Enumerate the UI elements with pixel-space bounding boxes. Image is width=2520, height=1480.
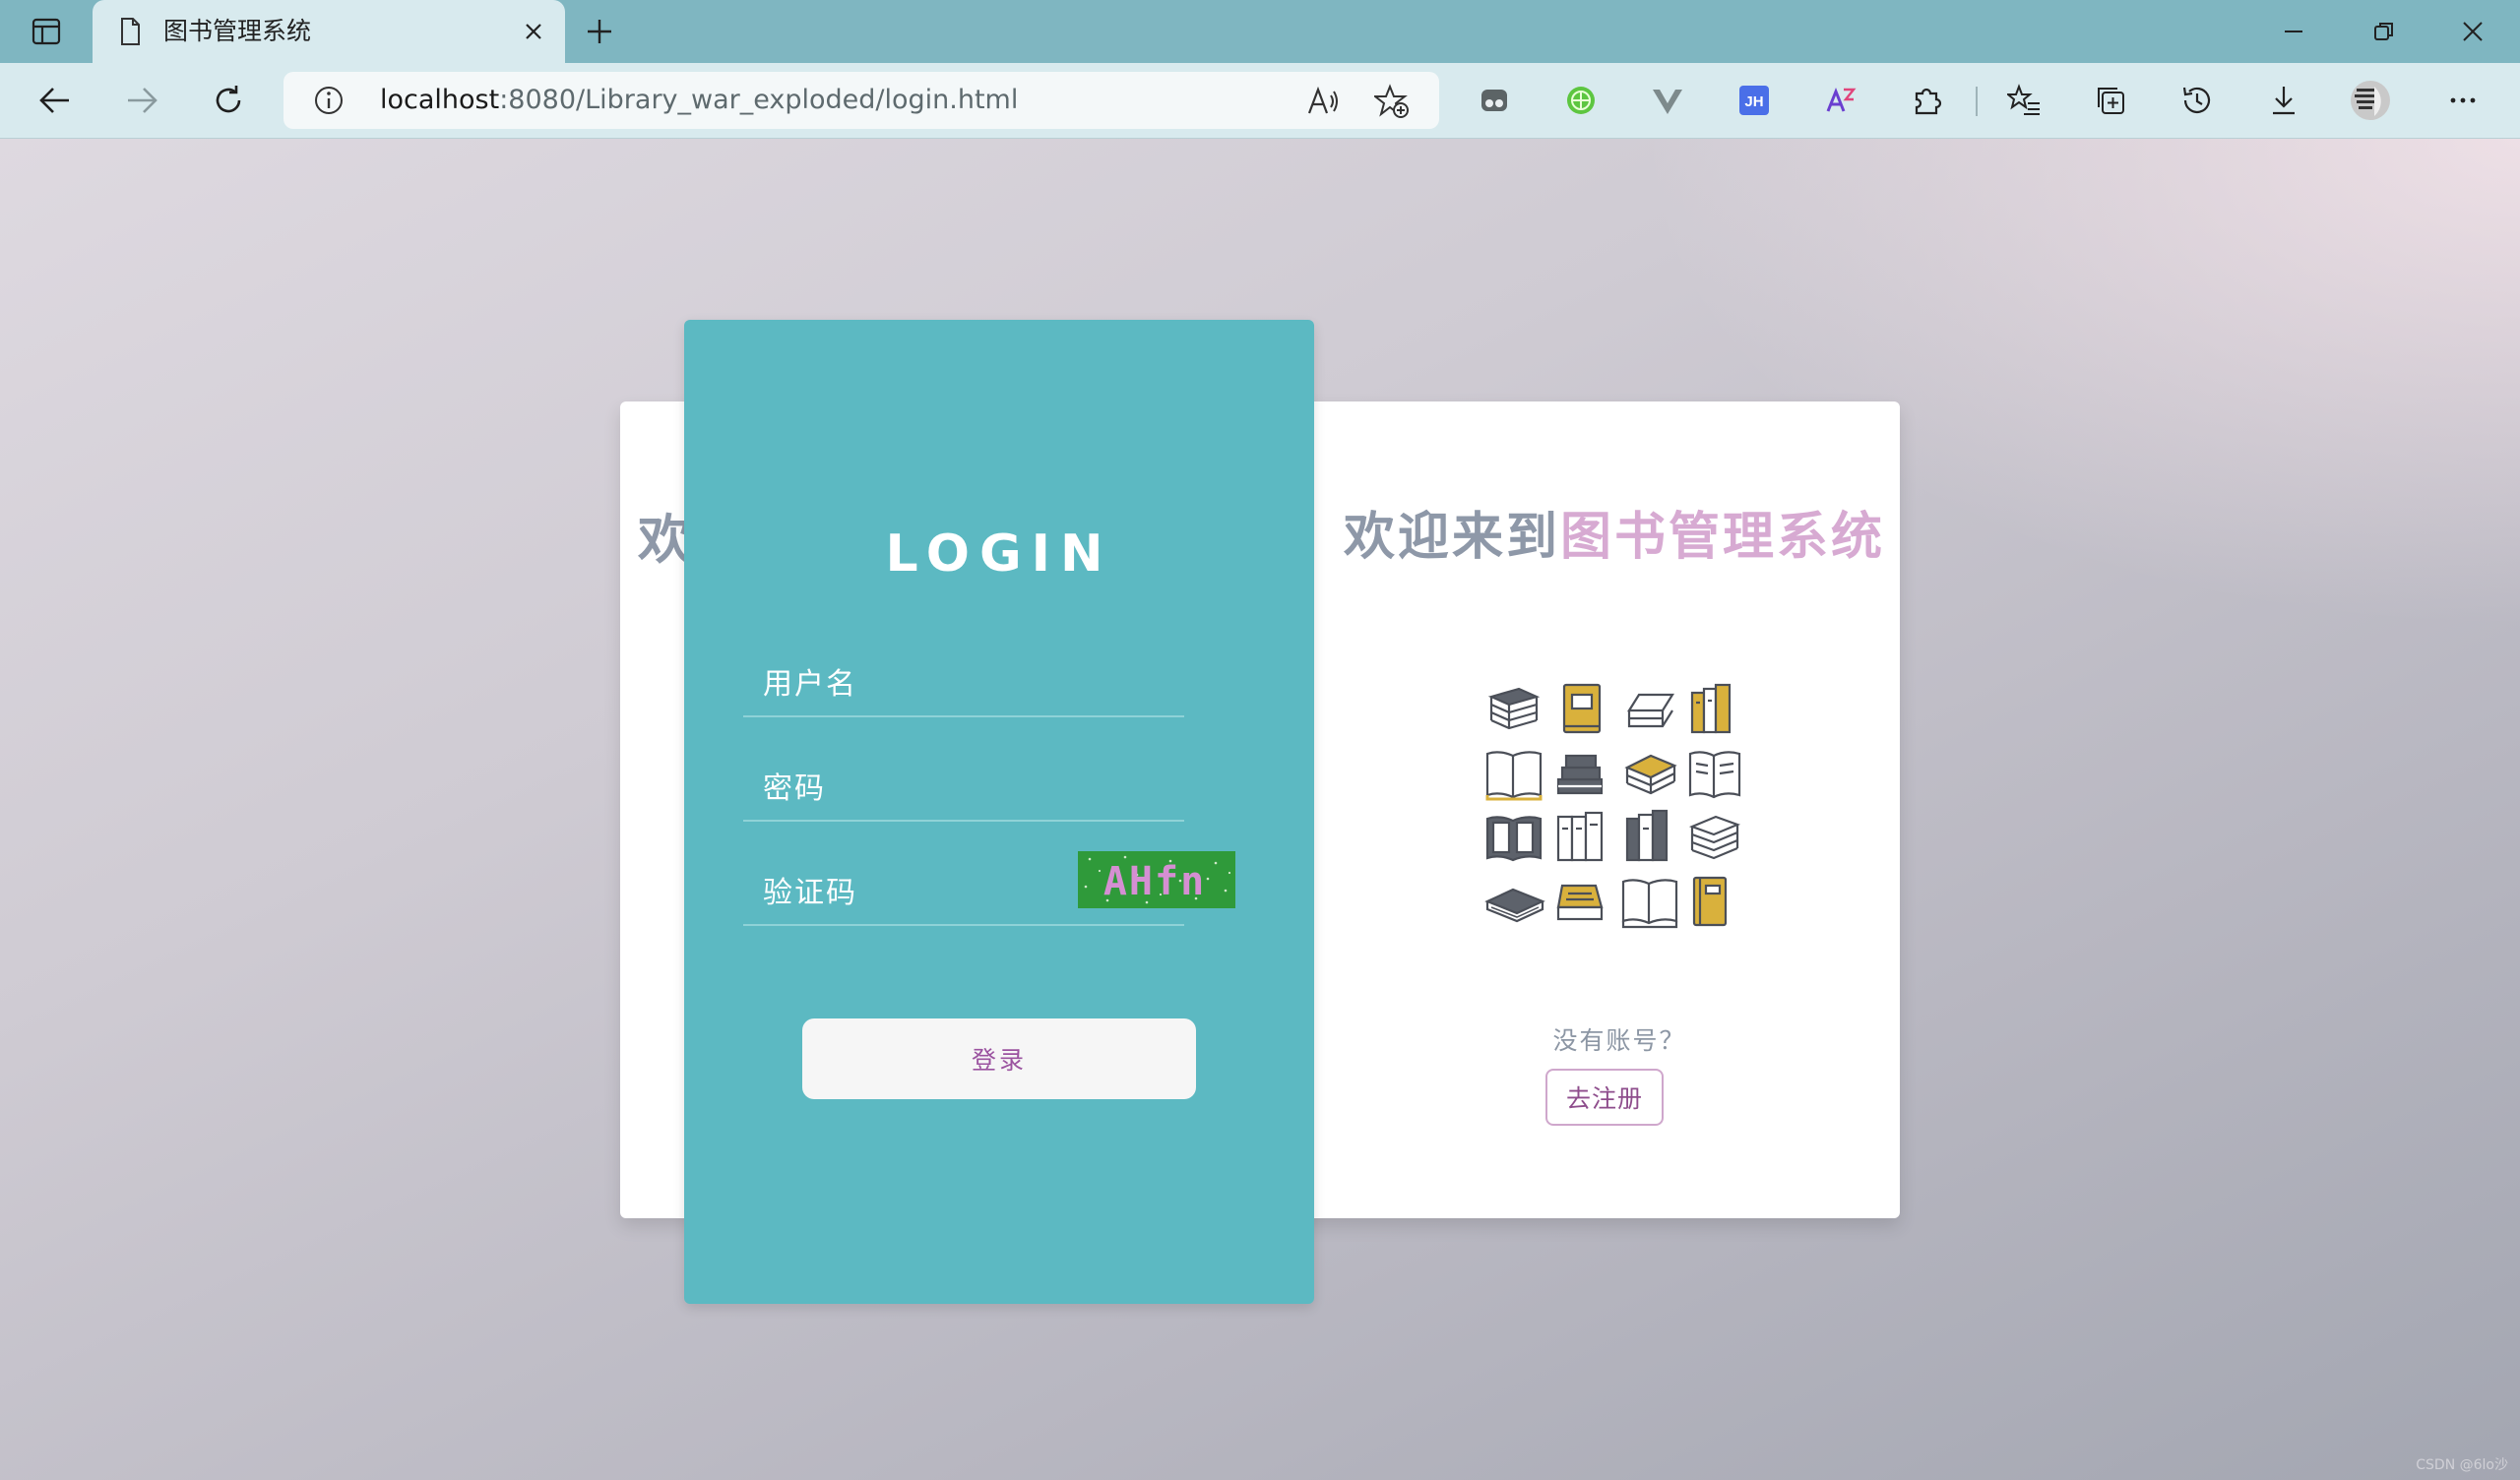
url-host: localhost [380,85,500,115]
arrow-left-icon [39,88,69,113]
read-aloud-icon [1307,86,1338,114]
read-aloud-button[interactable] [1305,84,1341,119]
welcome-title: 欢迎来到图书管理系统 [1329,495,1900,569]
translate-icon [1826,87,1857,112]
history-button[interactable] [2175,79,2219,122]
login-button[interactable]: 登录 [802,1018,1196,1099]
shelf-books-icon [1690,683,1732,734]
add-favorite-button[interactable] [1374,84,1410,119]
yellow-flat-stack-icon [1556,884,1604,921]
open-book-icon [1485,751,1543,801]
username-field-wrap [743,654,1184,717]
plus-icon [588,20,611,43]
extension-jh-button[interactable]: JH [1732,79,1776,122]
password-input[interactable] [743,759,1184,818]
history-icon [2182,87,2211,113]
vue-icon [1653,90,1682,114]
toolbar-separator [1976,87,1978,116]
downloads-button[interactable] [2262,79,2305,122]
url-path: :8080/Library_war_exploded/login.html [499,85,1019,115]
dark-stack-icon [1556,754,1604,795]
forward-button[interactable] [120,79,163,122]
restore-button[interactable] [2361,14,2408,49]
back-button[interactable] [33,79,77,122]
sidebar-layout-icon [32,18,61,45]
password-field-wrap [743,759,1184,822]
page-icon [121,18,140,45]
info-icon[interactable] [313,85,345,116]
address-bar[interactable]: localhost:8080/Library_war_exploded/logi… [284,72,1439,129]
dark-binders-icon [1625,809,1669,862]
extension-vue-button[interactable] [1646,79,1689,122]
extension-translate-button[interactable] [1819,79,1862,122]
collections-button[interactable] [2089,79,2132,122]
refresh-button[interactable] [207,79,250,122]
window-close-button[interactable] [2449,14,2496,49]
captcha-image[interactable]: AHfn [1078,851,1235,908]
puzzle-icon [1915,88,1942,115]
captcha-text: AHfn [1103,859,1206,904]
username-input[interactable] [743,654,1184,713]
refresh-icon [216,86,241,113]
favorites-button[interactable] [2002,79,2046,122]
standing-book-icon [1692,876,1728,927]
star-plus-icon [1374,84,1409,118]
jh-icon: JH [1739,86,1769,115]
extension-mask-button[interactable] [1473,79,1516,122]
collections-icon [2098,88,2124,114]
restore-icon [2374,23,2393,40]
closed-book-icon [1484,888,1545,923]
tab-close-button[interactable] [518,16,549,47]
new-tab-button[interactable] [581,14,618,49]
yellow-book-icon [1562,683,1602,734]
lime-icon [1567,87,1595,114]
favorites-icon [2007,84,2040,115]
tab-title: 图书管理系统 [163,17,312,45]
close-icon [2463,22,2483,41]
no-account-text: 没有账号？ [1552,1026,1686,1055]
login-panel: LOGIN AHfn 登录 [684,320,1314,1304]
jh-label: JH [1744,93,1763,110]
welcome-title-part2: 图书管理系统 [1560,508,1886,567]
register-button[interactable]: 去注册 [1545,1069,1664,1126]
tab-actions-button[interactable] [22,12,71,51]
more-button[interactable] [2441,79,2485,122]
mask-icon [1481,90,1507,111]
active-tab[interactable]: 图书管理系统 [93,0,565,63]
browser-tab-bar: 图书管理系统 [0,0,2520,63]
arrow-right-icon [128,88,158,113]
binders-icon [1556,811,1604,862]
watermark: CSDN @6lo沙 [2416,1457,2508,1473]
open-book-lines-icon [1688,751,1741,799]
profile-button[interactable] [2349,79,2392,122]
dark-open-book-icon [1485,816,1543,862]
page-viewport: 欢 欢迎来到图书管理系统 没有账号？ 去注册 LOGIN 用户名 验证码 AHf… [0,139,2520,1480]
close-icon [526,24,541,39]
minimize-icon [2285,31,2302,32]
extension-lime-button[interactable] [1559,79,1603,122]
minimize-button[interactable] [2270,14,2317,49]
books-illustration [1484,683,1741,929]
flat-books-icon [1627,693,1674,728]
avatar-icon [2351,81,2390,120]
welcome-title-part1: 欢迎来到 [1343,508,1560,567]
browser-toolbar: localhost:8080/Library_war_exploded/logi… [0,63,2520,139]
open-book-outline-icon [1621,879,1678,929]
extensions-button[interactable] [1906,79,1949,122]
login-title: LOGIN [885,524,1113,584]
download-icon [2273,87,2295,115]
thin-stack-icon [1688,815,1741,860]
url-text[interactable]: localhost:8080/Library_war_exploded/logi… [380,85,1018,116]
book-stack-icon [1487,687,1541,730]
more-icon [2450,97,2476,103]
tilted-stack-icon [1624,754,1677,795]
